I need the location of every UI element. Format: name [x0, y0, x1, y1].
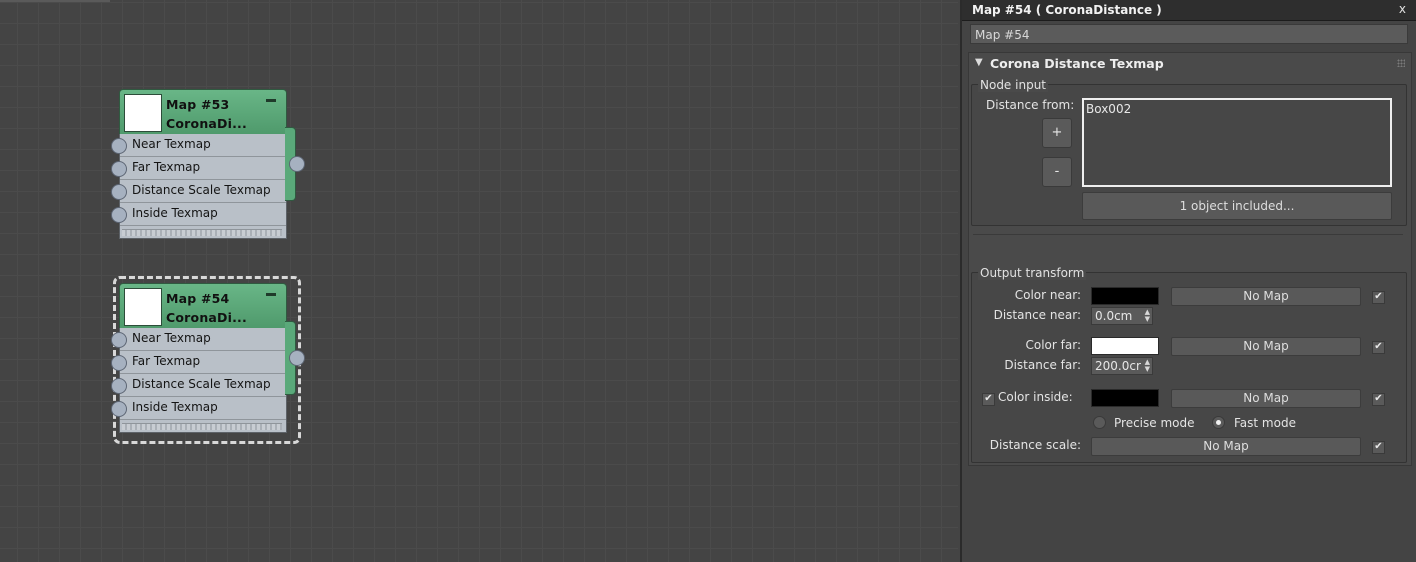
- divider: [973, 234, 1403, 235]
- slot-label: Inside Texmap: [132, 206, 218, 220]
- map-name-field[interactable]: Map #54: [970, 24, 1408, 44]
- parameter-panel: Map #54 ( CoronaDistance ) x Map #54 ▼ C…: [960, 0, 1416, 562]
- slot-inside-texmap[interactable]: Inside Texmap: [111, 203, 286, 226]
- color-near-label: Color near:: [1014, 288, 1081, 302]
- collapse-arrow-icon[interactable]: ▼: [975, 57, 983, 68]
- fast-mode-label[interactable]: Fast mode: [1234, 416, 1296, 430]
- spinner-arrows-icon[interactable]: ▲ ▼: [1145, 359, 1150, 373]
- slot-label: Distance Scale Texmap: [132, 183, 271, 197]
- drag-grip-icon[interactable]: [1397, 59, 1405, 67]
- slot-label: Inside Texmap: [132, 400, 218, 414]
- color-near-map-checkbox[interactable]: ✔: [1372, 291, 1385, 304]
- color-inside-map-button[interactable]: No Map: [1171, 389, 1361, 408]
- collapse-icon[interactable]: [266, 293, 276, 296]
- distance-near-label: Distance near:: [993, 308, 1081, 322]
- rollout-header[interactable]: ▼ Corona Distance Texmap: [969, 53, 1411, 75]
- node-title: Map #53: [166, 97, 230, 112]
- slot-near-texmap[interactable]: Near Texmap: [111, 134, 286, 157]
- rollout-corona-distance: ▼ Corona Distance Texmap Node input Dist…: [968, 52, 1412, 466]
- input-socket-icon[interactable]: [111, 184, 127, 200]
- node-type: CoronaDi...: [166, 310, 247, 325]
- distance-scale-label: Distance scale:: [989, 438, 1081, 452]
- add-object-button[interactable]: +: [1042, 118, 1072, 148]
- color-inside-swatch[interactable]: [1091, 389, 1159, 407]
- node-thumbnail: [124, 288, 162, 326]
- distance-scale-map-button[interactable]: No Map: [1091, 437, 1361, 456]
- distance-from-label: Distance from:: [986, 98, 1075, 112]
- color-far-label: Color far:: [1025, 338, 1082, 352]
- color-inside-label: Color inside:: [998, 390, 1073, 404]
- distance-near-spinner[interactable]: 0.0cm ▲ ▼: [1091, 307, 1153, 325]
- remove-object-button[interactable]: -: [1042, 157, 1072, 187]
- node-type: CoronaDi...: [166, 116, 247, 131]
- canvas-top-edge: [0, 0, 110, 2]
- slot-label: Distance Scale Texmap: [132, 377, 271, 391]
- precise-mode-label[interactable]: Precise mode: [1114, 416, 1195, 430]
- slot-distance-scale-texmap[interactable]: Distance Scale Texmap: [111, 180, 286, 203]
- slot-near-texmap[interactable]: Near Texmap: [111, 328, 286, 351]
- input-socket-icon[interactable]: [111, 401, 127, 417]
- slot-inside-texmap[interactable]: Inside Texmap: [111, 397, 286, 420]
- slot-far-texmap[interactable]: Far Texmap: [111, 351, 286, 374]
- group-node-input: Node input Distance from: + - Box002 1 o…: [971, 78, 1407, 226]
- collapse-icon[interactable]: [266, 99, 276, 102]
- color-inside-checkbox[interactable]: ✔: [982, 393, 995, 406]
- node-title: Map #54: [166, 291, 230, 306]
- node-thumbnail: [124, 94, 162, 132]
- group-output-transform: Output transform Color near: No Map ✔ Di…: [971, 266, 1407, 463]
- slot-far-texmap[interactable]: Far Texmap: [111, 157, 286, 180]
- spinner-arrows-icon[interactable]: ▲ ▼: [1145, 309, 1150, 323]
- precise-mode-radio[interactable]: [1093, 416, 1106, 429]
- color-near-swatch[interactable]: [1091, 287, 1159, 305]
- node-slots: Near Texmap Far Texmap Distance Scale Te…: [111, 328, 287, 433]
- input-socket-icon[interactable]: [111, 378, 127, 394]
- input-socket-icon[interactable]: [111, 355, 127, 371]
- color-far-swatch[interactable]: [1091, 337, 1159, 355]
- group-label-node-input: Node input: [978, 78, 1048, 92]
- input-socket-icon[interactable]: [111, 161, 127, 177]
- color-far-map-checkbox[interactable]: ✔: [1372, 341, 1385, 354]
- distance-near-value[interactable]: 0.0cm: [1095, 309, 1132, 323]
- slot-label: Far Texmap: [132, 354, 201, 368]
- input-socket-icon[interactable]: [111, 207, 127, 223]
- objects-included-button[interactable]: 1 object included...: [1082, 192, 1392, 220]
- color-inside-map-checkbox[interactable]: ✔: [1372, 393, 1385, 406]
- slot-label: Near Texmap: [132, 137, 211, 151]
- distance-far-spinner[interactable]: 200.0cr ▲ ▼: [1091, 357, 1153, 375]
- node-resize-grip[interactable]: [122, 229, 282, 236]
- node-editor-canvas[interactable]: Map #53 CoronaDi... Near Texmap Far Texm…: [0, 0, 958, 562]
- input-socket-icon[interactable]: [111, 332, 127, 348]
- list-item[interactable]: Box002: [1086, 102, 1388, 116]
- fast-mode-radio[interactable]: [1212, 416, 1225, 429]
- close-icon[interactable]: x: [1399, 2, 1406, 16]
- node-resize-grip[interactable]: [122, 423, 282, 430]
- color-far-map-button[interactable]: No Map: [1171, 337, 1361, 356]
- input-socket-icon[interactable]: [111, 138, 127, 154]
- group-label-output-transform: Output transform: [978, 266, 1087, 280]
- distance-far-label: Distance far:: [1004, 358, 1081, 372]
- rollout-title: Corona Distance Texmap: [990, 56, 1164, 71]
- node-header[interactable]: Map #54 CoronaDi...: [119, 283, 287, 329]
- panel-title: Map #54 ( CoronaDistance ): [972, 3, 1162, 17]
- color-near-map-button[interactable]: No Map: [1171, 287, 1361, 306]
- slot-label: Far Texmap: [132, 160, 201, 174]
- distance-far-value[interactable]: 200.0cr: [1095, 359, 1141, 373]
- distance-scale-map-checkbox[interactable]: ✔: [1372, 441, 1385, 454]
- output-socket-icon[interactable]: [289, 350, 305, 366]
- slot-distance-scale-texmap[interactable]: Distance Scale Texmap: [111, 374, 286, 397]
- node-header[interactable]: Map #53 CoronaDi...: [119, 89, 287, 135]
- panel-titlebar[interactable]: Map #54 ( CoronaDistance ) x: [962, 0, 1416, 21]
- output-socket-icon[interactable]: [289, 156, 305, 172]
- node-slots: Near Texmap Far Texmap Distance Scale Te…: [111, 134, 287, 239]
- slot-label: Near Texmap: [132, 331, 211, 345]
- distance-from-list[interactable]: Box002: [1082, 98, 1392, 187]
